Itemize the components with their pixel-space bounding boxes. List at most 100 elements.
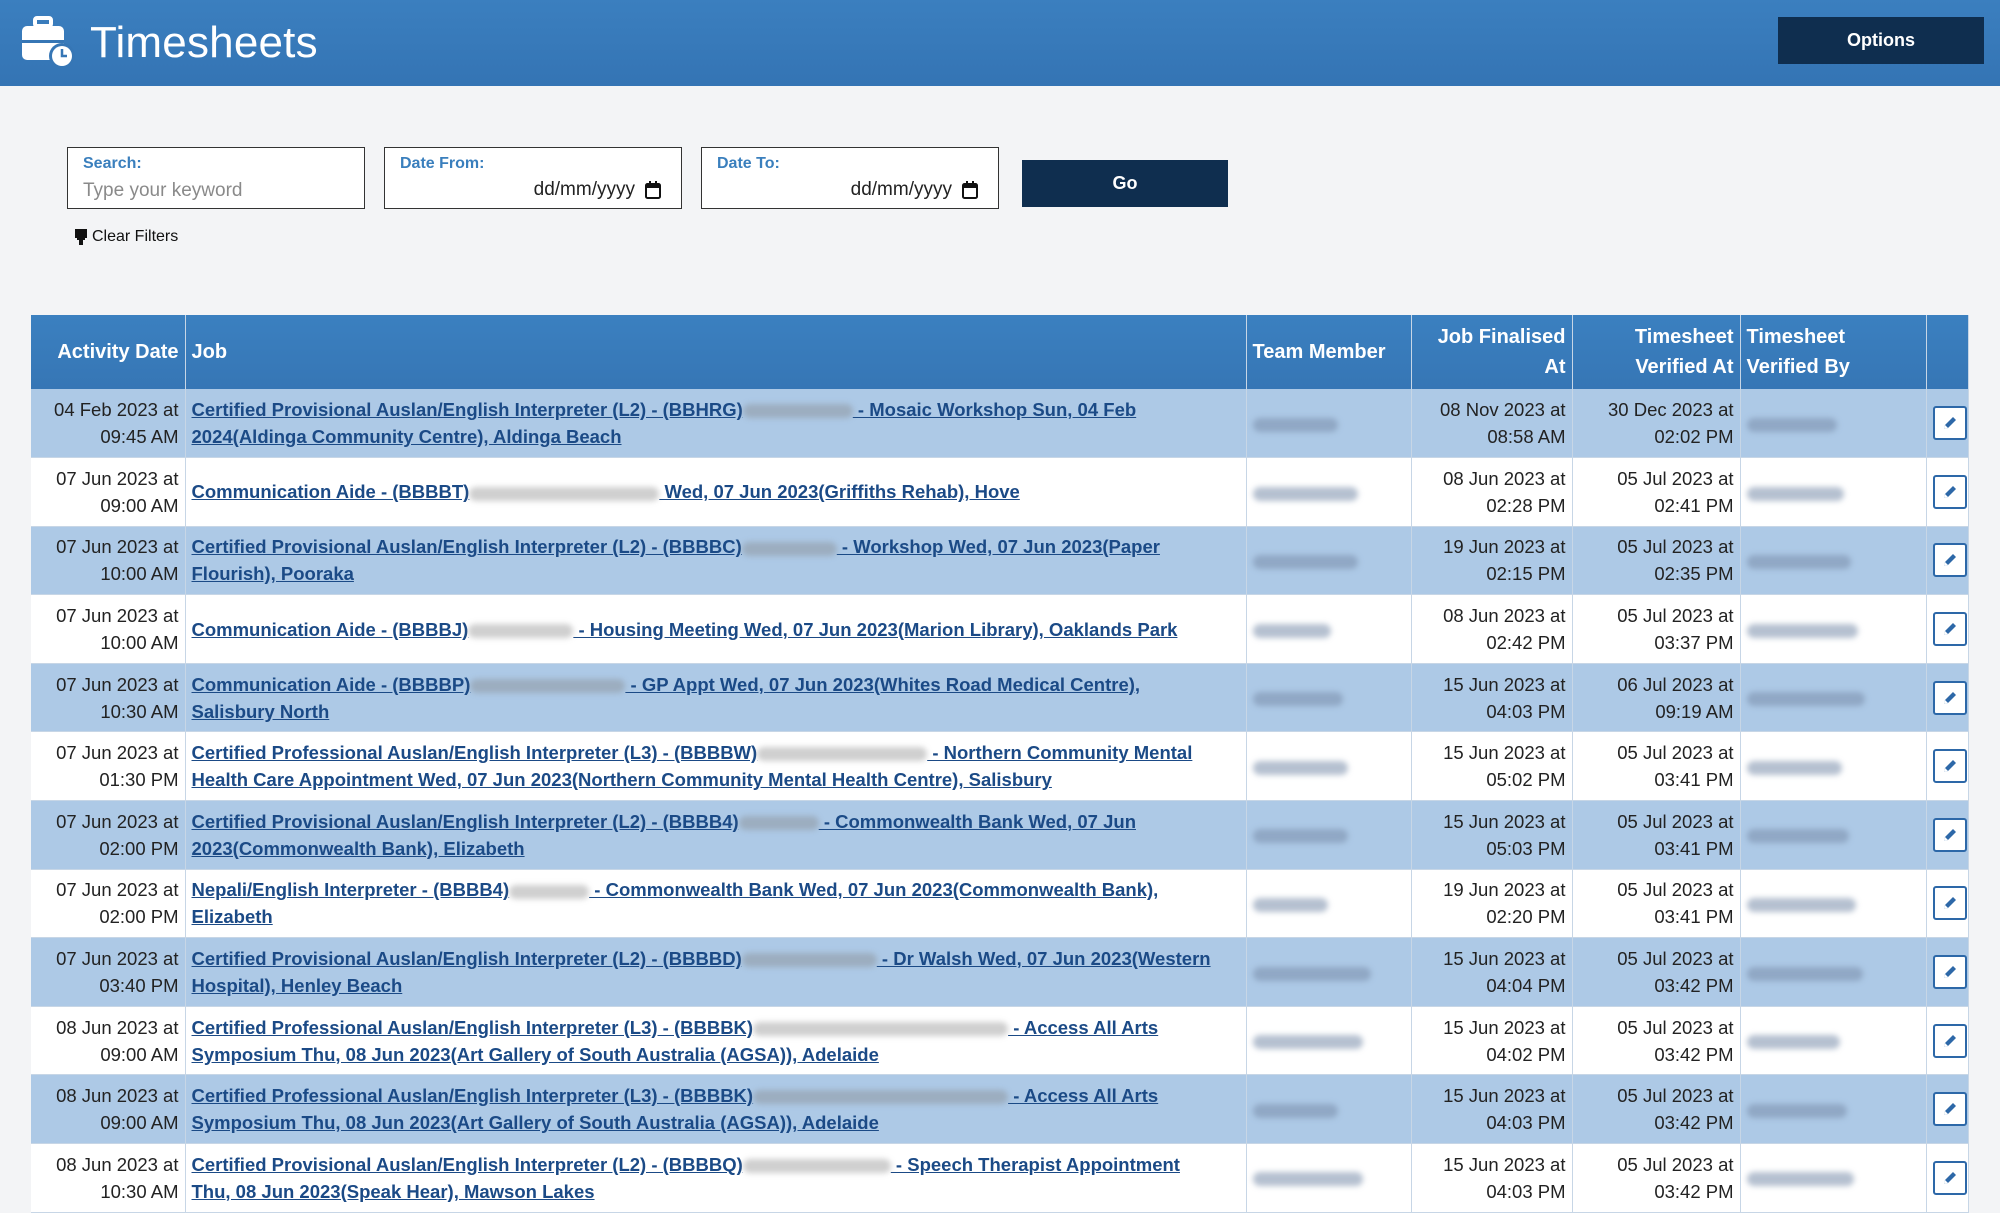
table-row: 07 Jun 2023 at 02:00 PM Nepali/English Int… [31,869,1969,939]
finalised-time: 02:20 PM [1486,906,1566,928]
actions-cell [1926,1074,1969,1145]
job-link[interactable]: Communication Aide - (BBBBT) Wed, 07 Jun… [192,481,1020,502]
verified-by-cell [1740,594,1927,664]
pencil-icon [1943,1171,1956,1184]
finalised-date: 15 Jun 2023 at [1443,948,1566,970]
finalised-time: 05:03 PM [1486,837,1566,859]
activity-date-cell: 07 Jun 2023 at 03:40 PM [31,937,186,1007]
edit-button[interactable] [1932,474,1967,509]
activity-date: 07 Jun 2023 at [56,948,179,970]
redacted-client-name [753,1021,1009,1036]
job-cell: Certified Provisional Auslan/English Int… [185,1143,1247,1213]
job-link[interactable]: Communication Aide - (BBBBJ) - Housing M… [192,619,1178,640]
finalised-date: 15 Jun 2023 at [1443,742,1566,764]
col-timesheet-verified-at[interactable]: Timesheet Verified At [1572,315,1741,389]
job-link-part: Flourish), Pooraka [191,563,354,585]
job-link[interactable]: Communication Aide - (BBBBP) - GP Appt W… [192,674,1141,722]
date-from-field[interactable]: Date From: dd/mm/yyyy [384,147,682,209]
job-link[interactable]: Certified Provisional Auslan/English Int… [192,1154,1180,1202]
job-finalised-cell: 15 Jun 2023 at 04:03 PM [1411,1143,1573,1213]
verified-at-cell: 05 Jul 2023 at 03:42 PM [1572,1006,1741,1076]
job-link-part: - GP Appt Wed, 07 Jun 2023(Whites Road M… [625,673,1141,695]
job-finalised-cell: 08 Jun 2023 at 02:28 PM [1411,457,1573,527]
job-link[interactable]: Certified Provisional Auslan/English Int… [192,948,1211,996]
table-row: 07 Jun 2023 at 01:30 PM Certified Professi… [31,731,1969,802]
go-button[interactable]: Go [1022,160,1228,207]
date-to-field[interactable]: Date To: dd/mm/yyyy [701,147,999,209]
redacted-team-member [1252,692,1343,707]
team-member-cell [1246,731,1412,802]
redacted-team-member [1252,829,1348,844]
date-to-input[interactable]: dd/mm/yyyy [851,179,952,201]
finalised-time: 04:04 PM [1486,975,1566,997]
finalised-date: 15 Jun 2023 at [1443,1016,1566,1038]
verified-date: 06 Jul 2023 at [1617,673,1734,695]
pencil-icon [1943,485,1956,498]
actions-cell [1926,800,1969,870]
job-link[interactable]: Certified Professional Auslan/English In… [192,1085,1159,1133]
edit-button[interactable] [1932,749,1967,784]
search-input[interactable] [83,178,343,204]
finalised-date: 15 Jun 2023 at [1443,1153,1566,1175]
edit-button[interactable] [1932,612,1967,647]
col-timesheet-verified-by[interactable]: Timesheet Verified By [1740,315,1927,389]
job-link-part: Certified Provisional Auslan/English Int… [191,948,742,970]
job-link[interactable]: Certified Professional Auslan/English In… [192,742,1193,790]
activity-date: 07 Jun 2023 at [56,742,179,764]
verified-time: 02:41 PM [1654,494,1734,516]
verified-by-cell [1740,457,1927,527]
calendar-icon[interactable] [962,181,978,199]
search-field[interactable]: Search: [67,147,365,209]
edit-button[interactable] [1932,543,1967,578]
actions-cell [1926,389,1969,459]
job-link[interactable]: Nepali/English Interpreter - (BBBB4) - C… [192,879,1159,927]
clear-filters-link[interactable]: Clear Filters [74,228,178,246]
col-activity-date[interactable]: Activity Date [31,315,186,389]
clear-filters-label: Clear Filters [92,228,179,245]
col-job-finalised-at[interactable]: Job Finalised At [1411,315,1573,389]
edit-button[interactable] [1932,817,1967,852]
edit-button[interactable] [1932,955,1967,990]
finalised-date: 15 Jun 2023 at [1443,1085,1566,1107]
calendar-icon[interactable] [645,181,661,199]
redacted-client-name [738,815,819,830]
col-team-member[interactable]: Team Member [1246,315,1412,389]
pencil-icon [1943,623,1956,636]
redacted-client-name [753,1090,1009,1105]
activity-time: 09:00 AM [100,494,179,516]
activity-date: 08 Jun 2023 at [56,1016,179,1038]
finalised-time: 04:03 PM [1486,700,1566,722]
edit-button[interactable] [1932,680,1967,715]
actions-cell [1926,457,1969,527]
job-finalised-cell: 15 Jun 2023 at 04:03 PM [1411,1074,1573,1145]
activity-date-cell: 07 Jun 2023 at 10:00 AM [31,594,186,664]
edit-button[interactable] [1932,1023,1967,1058]
activity-date-cell: 07 Jun 2023 at 02:00 PM [31,869,186,939]
edit-button[interactable] [1932,1160,1967,1195]
finalised-date: 15 Jun 2023 at [1443,673,1566,695]
verified-time: 03:42 PM [1654,975,1734,997]
finalised-date: 08 Jun 2023 at [1443,467,1566,489]
verified-by-cell [1740,937,1927,1007]
options-button[interactable]: Options [1778,17,1984,64]
activity-date: 07 Jun 2023 at [56,605,179,627]
edit-button[interactable] [1932,1092,1967,1127]
search-label: Search: [83,155,142,172]
actions-cell [1926,526,1969,596]
verified-date: 05 Jul 2023 at [1617,810,1734,832]
job-link-part: - Mosaic Workshop Sun, 04 Feb [852,399,1137,421]
date-from-input[interactable]: dd/mm/yyyy [534,179,635,201]
col-job[interactable]: Job [185,315,1247,389]
verified-at-cell: 05 Jul 2023 at 02:35 PM [1572,526,1741,596]
edit-button[interactable] [1932,406,1967,441]
team-member-cell [1246,1006,1412,1076]
verified-time: 03:41 PM [1654,837,1734,859]
job-link[interactable]: Certified Professional Auslan/English In… [192,1017,1159,1065]
job-link[interactable]: Certified Provisional Auslan/English Int… [192,399,1137,447]
job-link[interactable]: Certified Provisional Auslan/English Int… [192,811,1137,859]
table-row: 07 Jun 2023 at 03:40 PM Certified Provisio… [31,937,1969,1007]
edit-button[interactable] [1932,886,1967,921]
job-link-part: Communication Aide - (BBBBT) [191,481,470,503]
job-link[interactable]: Certified Provisional Auslan/English Int… [192,536,1160,584]
verified-date: 30 Dec 2023 at [1608,399,1734,421]
